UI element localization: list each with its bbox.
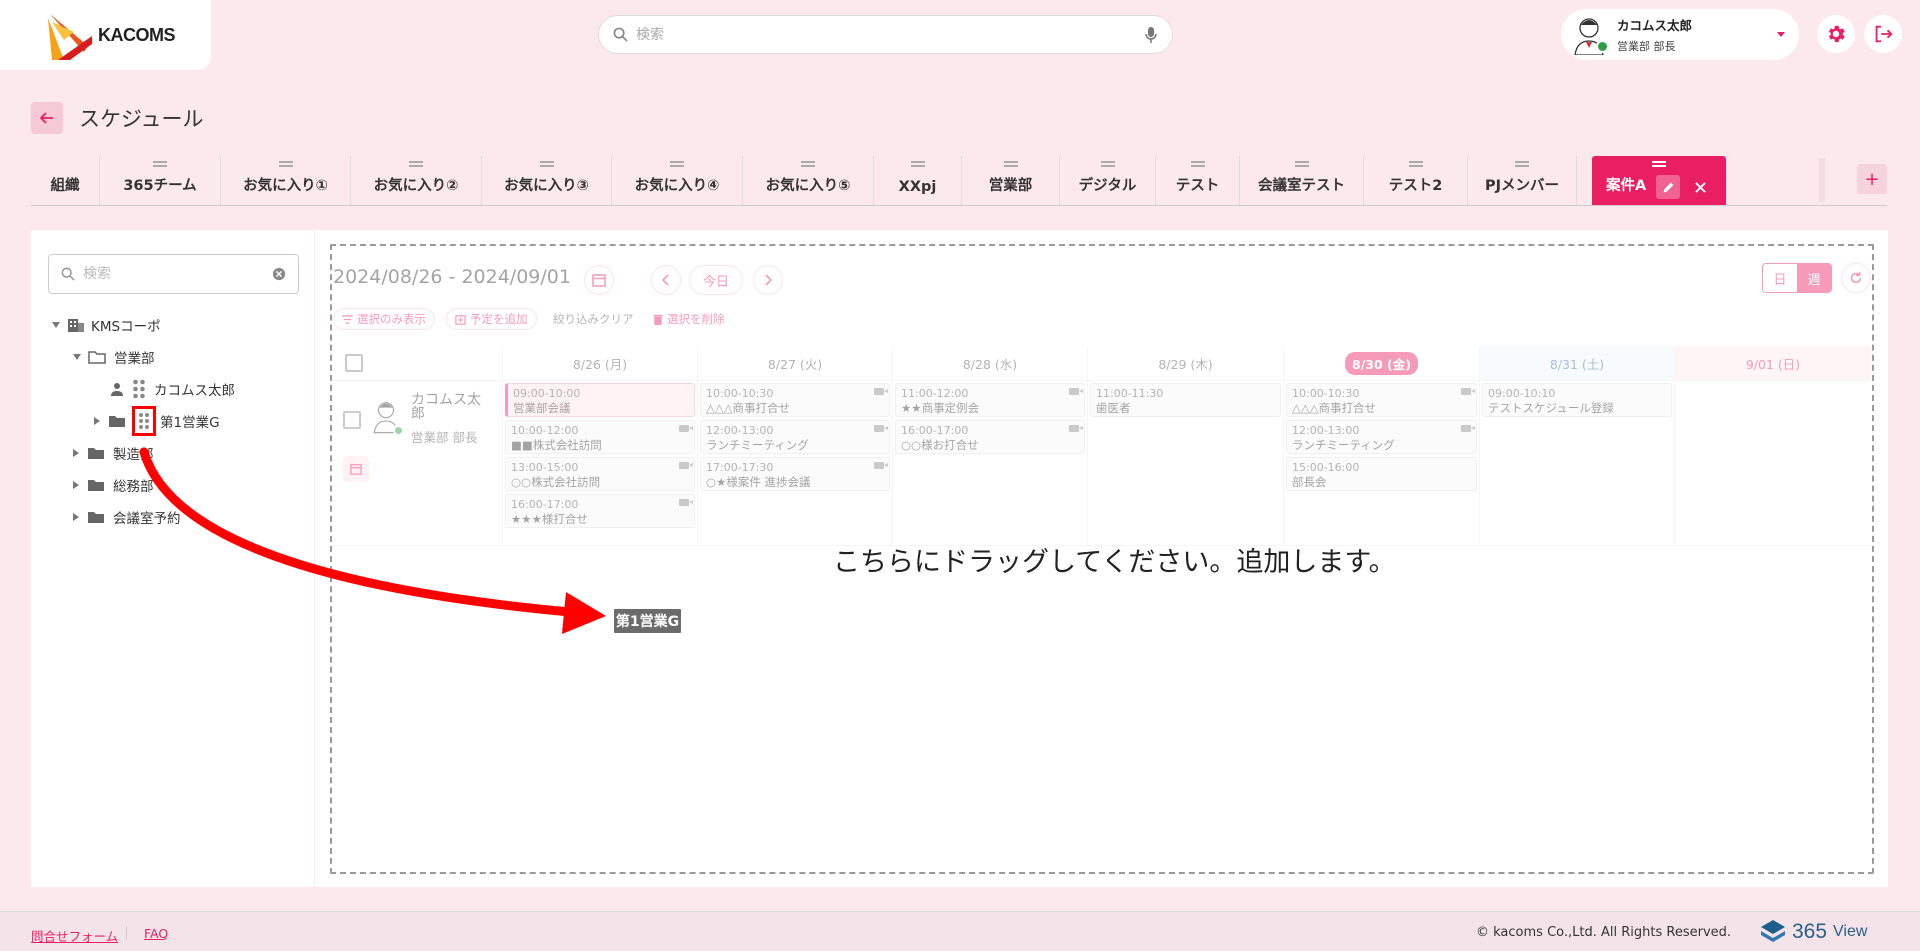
brand-word: View [1833, 923, 1868, 940]
brand-number: 365 [1792, 920, 1828, 943]
annotation-arrow-icon [139, 447, 606, 634]
drag-ghost: 第1営業G [612, 607, 683, 635]
365view-logo-icon [1761, 920, 1785, 942]
copyright: © kacoms Co.,Ltd. All Rights Reserved. [1476, 925, 1732, 940]
footer-divider [126, 926, 127, 940]
footer: 問合せフォーム FAQ © kacoms Co.,Ltd. All Rights… [0, 911, 1920, 951]
contact-form-link[interactable]: 問合せフォーム [31, 926, 118, 945]
brand-365view: 365 View [1760, 919, 1867, 945]
faq-link[interactable]: FAQ [144, 926, 168, 941]
